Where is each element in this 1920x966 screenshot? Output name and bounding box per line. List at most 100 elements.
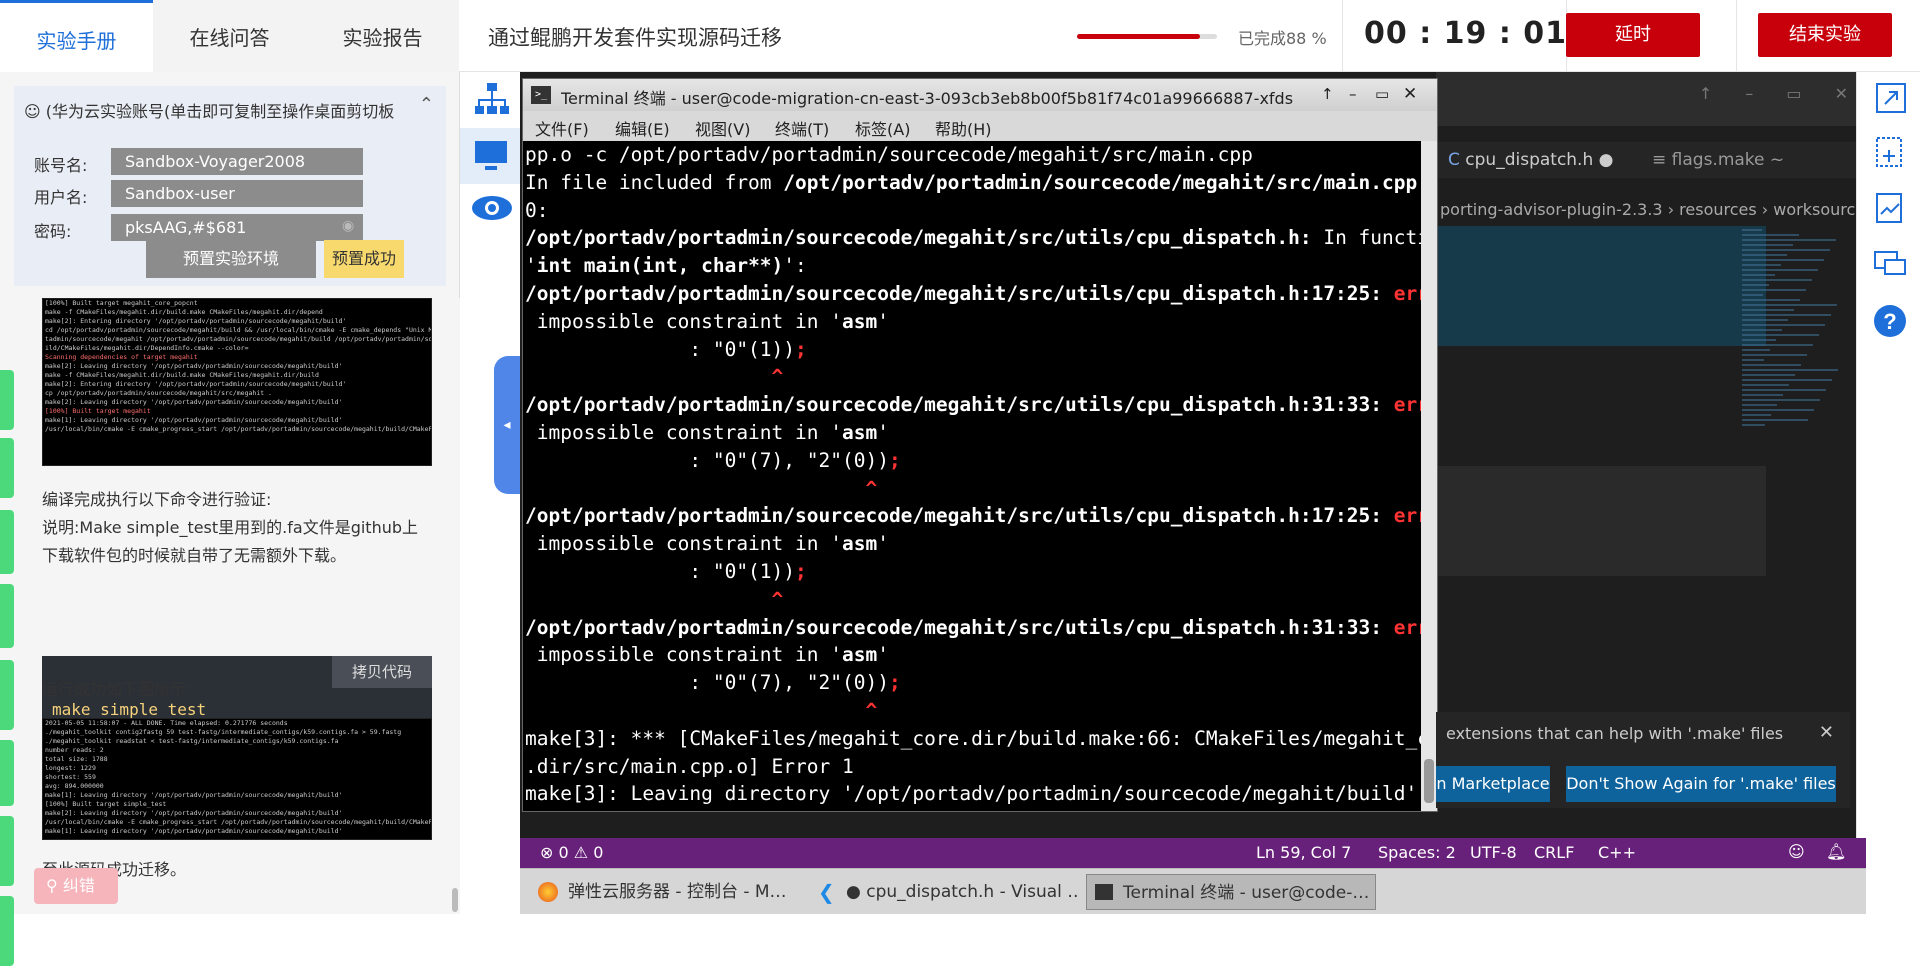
tab-lab-report[interactable]: 实验报告 (306, 0, 459, 72)
manual-text: 运行成功如下图所示: (42, 680, 192, 699)
minimap-line (1742, 339, 1776, 341)
task-browser[interactable]: 弹性云服务器 - 控制台 - M… (532, 874, 812, 910)
feedback-button[interactable]: ⚲ 纠错 (34, 868, 118, 904)
notification-toast: extensions that can help with '.make' fi… (1436, 712, 1850, 808)
header-tabs: 实验手册 在线问答 实验报告 (0, 0, 459, 72)
terminal-line: /opt/portadv/portadmin/sourcecode/megahi… (525, 393, 1421, 417)
terminal-window[interactable]: >_ Terminal 终端 - user@code-migration-cn-… (522, 78, 1438, 812)
username-label: 用户名: (34, 188, 88, 207)
screenshot-line: /usr/local/bin/cmake -E cmake_progress_s… (45, 818, 432, 826)
svg-text:?: ? (1883, 309, 1896, 334)
minimap-line (1742, 384, 1789, 386)
terminal-line: ^ (865, 476, 878, 500)
eye-icon[interactable]: ◉ (342, 218, 354, 234)
minimap-line (1742, 294, 1763, 296)
tab-flags-make[interactable]: ≡ flags.make ~ (1652, 150, 1784, 170)
help-icon[interactable]: ? (1873, 304, 1907, 338)
clipboard-icon[interactable] (1875, 134, 1907, 168)
username-value[interactable]: Sandbox-user (111, 180, 363, 207)
bell-icon[interactable]: 🔔︎ (1826, 842, 1846, 861)
close-icon[interactable]: ✕ (1819, 722, 1834, 743)
expand-icon[interactable] (1875, 82, 1907, 114)
sitemap-icon[interactable] (474, 82, 510, 116)
extend-button[interactable]: 延时 (1566, 13, 1700, 57)
minimap-line (1742, 249, 1830, 251)
minimize-icon[interactable]: – (1349, 85, 1357, 103)
screenshot-line: make -f CMakeFiles/megahit.dir/build.mak… (45, 371, 319, 379)
account-label: 账号名: (34, 156, 88, 175)
account-header-text: (华为云实验账号(单击即可复制至操作桌面剪切板 (45, 102, 395, 121)
terminal-menu-item[interactable]: 终端(T) (775, 116, 829, 140)
terminal-menu-item[interactable]: 文件(F) (535, 116, 589, 140)
screenshot-line: /usr/local/bin/cmake -E cmake_progress_s… (45, 425, 432, 433)
account-card: ☺ (华为云实验账号(单击即可复制至操作桌面剪切板 ⌃ 账号名: Sandbox… (14, 86, 446, 286)
minimap-line (1742, 419, 1808, 421)
manual-text: 编译完成执行以下命令进行验证: (42, 490, 272, 509)
screenshot-line: make[1]: Leaving directory '/opt/portadv… (45, 416, 343, 424)
screenshot-line: ./megahit_toolkit contig2fastg 59 test-f… (45, 728, 402, 736)
minimap-line (1742, 324, 1825, 326)
preset-env-button[interactable]: 预置实验环境 (146, 240, 316, 278)
tab-lab-manual[interactable]: 实验手册 (0, 0, 153, 72)
collapse-panel-tab[interactable]: ◂ (494, 356, 520, 494)
screenshot-line: make[2]: Leaving directory '/opt/portadv… (45, 809, 343, 817)
close-icon[interactable]: ✕ (1403, 84, 1417, 104)
vscode-statusbar: ⊗ 0 ⚠ 0 Ln 59, Col 7 Spaces: 2 UTF-8 CRL… (520, 838, 1866, 868)
screenshot-line: [100%] Built target megahit_core_popcnt (45, 299, 198, 307)
end-lab-button[interactable]: 结束实验 (1758, 13, 1892, 57)
terminal-menu-item[interactable]: 帮助(H) (935, 116, 992, 140)
editor-block (1436, 466, 1766, 576)
minimap-line (1742, 274, 1775, 276)
screen-icon[interactable] (1873, 250, 1907, 278)
terminal-menu-item[interactable]: 编辑(E) (615, 116, 670, 140)
terminal-line: 0: (525, 198, 549, 222)
minimap-line (1742, 354, 1807, 356)
tab-cpu-dispatch[interactable]: C cpu_dispatch.h ● (1448, 150, 1614, 170)
terminal-menu-item[interactable]: 标签(A) (855, 116, 910, 140)
terminal-line: ^ (771, 365, 784, 389)
desktop-tab[interactable] (460, 128, 520, 184)
maximize-icon[interactable]: ▭ (1375, 85, 1389, 103)
step-marker (0, 816, 14, 886)
divider (1736, 0, 1737, 72)
line-ending[interactable]: CRLF (1534, 843, 1574, 862)
language-mode[interactable]: C++ (1598, 843, 1636, 862)
screenshot-line: ild/CMakeFiles/megahit.dir/DependInfo.cm… (45, 344, 249, 352)
eye-icon[interactable] (470, 194, 514, 222)
minimap-line (1742, 304, 1837, 306)
window-controls[interactable]: ↑ – ▭ ✕ (1699, 84, 1862, 103)
indentation[interactable]: Spaces: 2 (1378, 843, 1456, 862)
screenshot-line: [100%] Built target simple_test (45, 800, 167, 808)
side-toolbar: ? (1856, 72, 1920, 914)
progress-label: 已完成88 % (1238, 29, 1327, 48)
terminal-menu-item[interactable]: 视图(V) (695, 116, 750, 140)
minimap-line (1742, 244, 1793, 246)
password-value[interactable]: pksAAG,#$681 (111, 214, 363, 241)
minimap-line (1742, 359, 1764, 361)
editor-highlight (1436, 226, 1766, 346)
terminal-output[interactable]: pp.o -c /opt/portadv/portadmin/sourcecod… (523, 141, 1421, 811)
cursor-position[interactable]: Ln 59, Col 7 (1256, 843, 1351, 862)
minimap-line (1742, 414, 1771, 416)
problems-indicator[interactable]: ⊗ 0 ⚠ 0 (540, 843, 603, 862)
terminal-titlebar[interactable]: >_ Terminal 终端 - user@code-migration-cn-… (523, 79, 1437, 111)
window-up-icon[interactable]: ↑ (1321, 85, 1334, 103)
encoding[interactable]: UTF-8 (1470, 843, 1517, 862)
feedback-icon[interactable]: ☺ (1788, 842, 1805, 861)
account-name-value[interactable]: Sandbox-Voyager2008 (111, 148, 363, 175)
tab-online-qa[interactable]: 在线问答 (153, 0, 306, 72)
terminal-scrollbar[interactable] (1421, 141, 1437, 811)
edit-note-icon[interactable] (1875, 192, 1907, 224)
task-terminal[interactable]: Terminal 终端 - user@code-… (1086, 874, 1376, 910)
account-header[interactable]: ☺ (华为云实验账号(单击即可复制至操作桌面剪切板 (24, 98, 424, 122)
marketplace-button[interactable]: n Marketplace (1436, 766, 1550, 802)
task-vscode[interactable]: ❮ ● cpu_dispatch.h - Visual … (810, 874, 1080, 910)
chevron-up-icon[interactable]: ⌃ (419, 94, 434, 115)
scroll-thumb[interactable] (1424, 759, 1434, 803)
dont-show-again-button[interactable]: Don't Show Again for '.make' files (1566, 766, 1836, 802)
panel-scrollbar[interactable] (452, 888, 458, 912)
terminal-line: ^ (865, 698, 878, 722)
minimap-line (1742, 389, 1826, 391)
preset-status-badge: 预置成功 (324, 240, 404, 278)
minimap-line (1742, 329, 1782, 331)
